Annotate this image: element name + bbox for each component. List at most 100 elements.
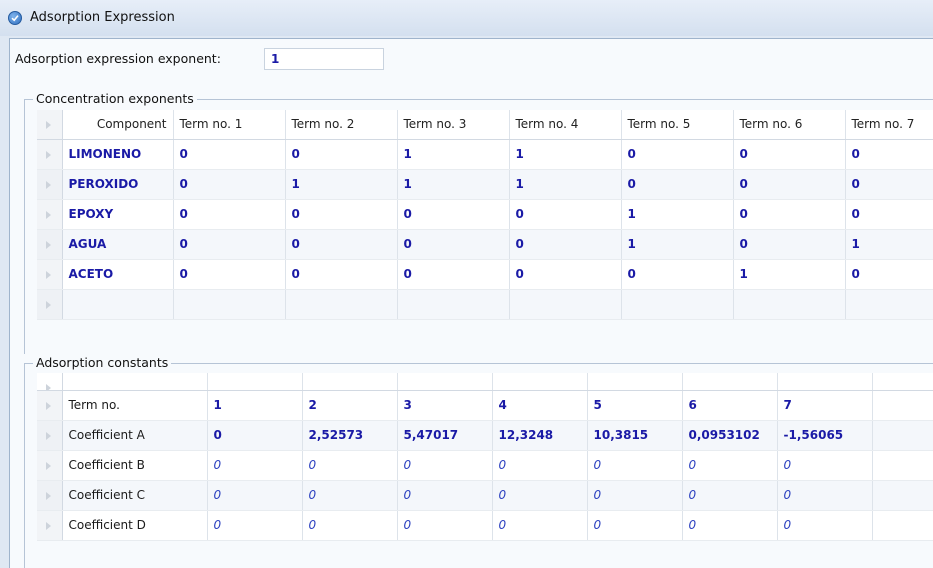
exponent-cell[interactable]: 0 [845, 259, 933, 290]
component-cell[interactable]: AGUA [62, 229, 174, 260]
table-row[interactable]: Coefficient C 0 0 0 0 0 0 0 [37, 480, 933, 511]
coefficient-cell[interactable]: 0 [587, 510, 683, 541]
exponent-cell[interactable]: 1 [621, 229, 734, 260]
empty-cell[interactable] [397, 289, 510, 320]
term-number-cell[interactable]: 3 [397, 390, 493, 421]
exponent-cell[interactable]: 0 [509, 199, 622, 230]
row-selector[interactable] [37, 289, 63, 320]
table-row[interactable]: PEROXIDO 0 1 1 1 0 0 0 [37, 169, 933, 200]
exponent-cell[interactable]: 0 [621, 139, 734, 170]
coefficient-cell[interactable]: 0 [207, 510, 303, 541]
coefficient-cell[interactable]: 10,3815 [587, 420, 683, 451]
exponent-cell[interactable]: 0 [733, 139, 846, 170]
exponent-cell[interactable]: 1 [397, 169, 510, 200]
empty-cell[interactable] [845, 289, 933, 320]
component-cell[interactable]: ACETO [62, 259, 174, 290]
empty-cell[interactable] [621, 289, 734, 320]
coefficient-cell[interactable]: 0 [302, 480, 398, 511]
table-row[interactable]: EPOXY 0 0 0 0 1 0 0 [37, 199, 933, 230]
exponent-cell[interactable]: 1 [509, 139, 622, 170]
row-selector[interactable] [37, 199, 63, 230]
coefficient-cell[interactable]: 0 [302, 510, 398, 541]
coefficient-cell[interactable]: 0 [492, 450, 588, 481]
exponent-cell[interactable]: 0 [173, 199, 286, 230]
coefficient-cell[interactable]: 0 [207, 480, 303, 511]
exponent-cell[interactable]: 1 [845, 229, 933, 260]
exponent-cell[interactable]: 0 [173, 229, 286, 260]
coefficient-cell[interactable]: 0 [397, 450, 493, 481]
exponent-cell[interactable]: 0 [285, 139, 398, 170]
row-selector[interactable] [37, 390, 63, 421]
row-selector[interactable] [37, 229, 63, 260]
new-row[interactable] [37, 289, 933, 320]
exponent-cell[interactable]: 0 [845, 199, 933, 230]
exponent-cell[interactable]: 0 [173, 259, 286, 290]
exponent-cell[interactable]: 1 [733, 259, 846, 290]
column-header[interactable] [397, 373, 493, 391]
exponent-cell[interactable]: 0 [173, 139, 286, 170]
empty-cell[interactable] [872, 510, 933, 541]
coefficient-cell[interactable]: 0 [777, 480, 873, 511]
column-header-term[interactable]: Term no. 4 [509, 110, 622, 140]
exponent-cell[interactable]: 0 [621, 259, 734, 290]
coefficient-cell[interactable]: 5,47017 [397, 420, 493, 451]
coefficient-cell[interactable]: 0 [682, 450, 778, 481]
exponent-cell[interactable]: 0 [397, 199, 510, 230]
coefficient-cell[interactable]: 0 [302, 450, 398, 481]
coefficient-cell[interactable]: 0 [682, 480, 778, 511]
exponent-cell[interactable]: 0 [285, 229, 398, 260]
component-cell[interactable]: EPOXY [62, 199, 174, 230]
term-number-cell[interactable]: 5 [587, 390, 683, 421]
exponent-cell[interactable]: 0 [509, 229, 622, 260]
column-header[interactable] [492, 373, 588, 391]
coefficient-cell[interactable]: 0 [397, 480, 493, 511]
exponent-input[interactable] [264, 48, 384, 70]
column-header-term[interactable]: Term no. 2 [285, 110, 398, 140]
coefficient-cell[interactable]: 12,3248 [492, 420, 588, 451]
component-cell[interactable]: LIMONENO [62, 139, 174, 170]
exponent-cell[interactable]: 0 [397, 229, 510, 260]
empty-cell[interactable] [872, 450, 933, 481]
exponent-cell[interactable]: 0 [285, 259, 398, 290]
column-header-term[interactable]: Term no. 1 [173, 110, 286, 140]
column-header[interactable] [302, 373, 398, 391]
column-header[interactable] [872, 373, 933, 391]
coefficient-cell[interactable]: 0 [777, 450, 873, 481]
table-row[interactable]: Term no. 1 2 3 4 5 6 7 [37, 390, 933, 421]
empty-cell[interactable] [872, 480, 933, 511]
exponent-cell[interactable]: 0 [509, 259, 622, 290]
table-row[interactable]: Coefficient B 0 0 0 0 0 0 0 [37, 450, 933, 481]
row-selector[interactable] [37, 420, 63, 451]
empty-cell[interactable] [872, 390, 933, 421]
exponent-cell[interactable]: 0 [845, 169, 933, 200]
term-number-cell[interactable]: 1 [207, 390, 303, 421]
coefficient-cell[interactable]: 0 [587, 480, 683, 511]
column-header-term[interactable]: Term no. 3 [397, 110, 510, 140]
coefficient-cell[interactable]: 0 [492, 510, 588, 541]
coefficient-cell[interactable]: 0 [397, 510, 493, 541]
column-header-term[interactable]: Term no. 5 [621, 110, 734, 140]
coefficient-cell[interactable]: 2,52573 [302, 420, 398, 451]
exponent-cell[interactable]: 0 [173, 169, 286, 200]
column-header-term[interactable]: Term no. 7 [845, 110, 933, 140]
exponent-cell[interactable]: 1 [621, 199, 734, 230]
table-row[interactable]: LIMONENO 0 0 1 1 0 0 0 [37, 139, 933, 170]
term-number-cell[interactable]: 6 [682, 390, 778, 421]
table-row[interactable]: ACETO 0 0 0 0 0 1 0 [37, 259, 933, 290]
coefficient-cell[interactable]: 0 [492, 480, 588, 511]
coefficient-cell[interactable]: 0,0953102 [682, 420, 778, 451]
column-header[interactable] [682, 373, 778, 391]
exponent-cell[interactable]: 0 [733, 199, 846, 230]
column-header-component[interactable]: Component [62, 110, 174, 140]
coefficient-cell[interactable]: 0 [207, 450, 303, 481]
empty-cell[interactable] [285, 289, 398, 320]
column-header[interactable] [777, 373, 873, 391]
coefficient-cell[interactable]: -1,56065 [777, 420, 873, 451]
empty-cell[interactable] [872, 420, 933, 451]
exponent-cell[interactable]: 0 [845, 139, 933, 170]
column-header-term[interactable]: Term no. 6 [733, 110, 846, 140]
exponent-cell[interactable]: 1 [285, 169, 398, 200]
exponent-cell[interactable]: 0 [733, 229, 846, 260]
empty-cell[interactable] [509, 289, 622, 320]
empty-cell[interactable] [733, 289, 846, 320]
